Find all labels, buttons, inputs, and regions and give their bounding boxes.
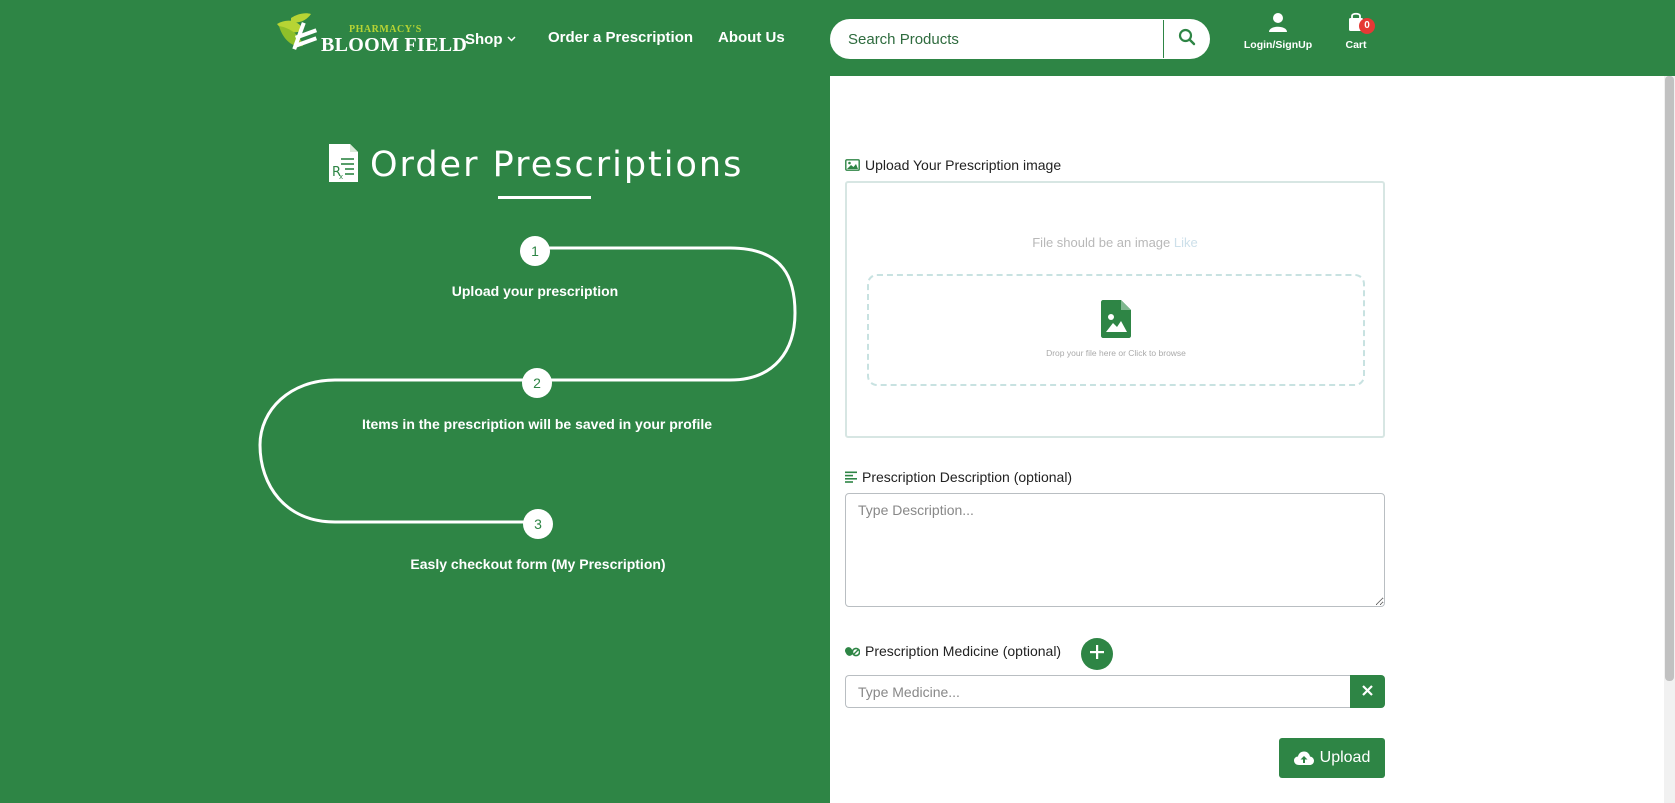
login-label: Login/SignUp <box>1243 39 1313 51</box>
step-1-number: 1 <box>520 236 550 266</box>
upload-box: File should be an image Like Drop your f… <box>845 181 1385 438</box>
title-underline <box>498 196 591 199</box>
add-medicine-button[interactable] <box>1081 638 1113 670</box>
search-icon <box>1178 28 1196 51</box>
image-icon <box>845 159 860 171</box>
file-dropzone[interactable]: Drop your file here or Click to browse <box>867 274 1365 386</box>
drop-text: Drop your file here or Click to browse <box>1046 348 1186 358</box>
step-3-number: 3 <box>523 509 553 539</box>
medicine-input[interactable] <box>845 675 1350 708</box>
scrollbar-thumb[interactable] <box>1665 76 1674 681</box>
cart-count-badge: 0 <box>1359 18 1375 34</box>
align-left-icon <box>845 471 857 483</box>
upload-button-label: Upload <box>1319 749 1371 766</box>
bloomfield-logo[interactable]: PHARMACY'S BLOOM FIELD <box>273 10 467 56</box>
upload-hint-suffix: Like <box>1173 235 1198 250</box>
medicine-field-label: Prescription Medicine (optional) <box>845 643 1061 659</box>
search-button[interactable] <box>1164 19 1210 59</box>
search-bar <box>830 19 1210 59</box>
upload-button[interactable]: Upload <box>1279 738 1385 778</box>
upload-field-label: Upload Your Prescription image <box>845 157 1061 173</box>
step-2-number: 2 <box>522 368 552 398</box>
prescription-document-icon: R x <box>327 143 360 188</box>
logo-bottom-text: BLOOM FIELD <box>321 34 468 56</box>
login-signup-link[interactable]: Login/SignUp <box>1238 12 1318 51</box>
nav-shop-label: Shop <box>465 31 503 48</box>
svg-text:x: x <box>339 173 343 181</box>
upload-hint-text: File should be an image <box>1032 235 1171 250</box>
step-1-text: Upload your prescription <box>451 283 619 299</box>
upload-hint: File should be an image Like <box>847 235 1383 250</box>
nav-order-prescription[interactable]: Order a Prescription <box>548 29 693 46</box>
leaf-logo-icon <box>277 13 318 50</box>
plus-icon <box>1090 644 1104 664</box>
cart-link[interactable]: 0 Cart <box>1334 12 1378 51</box>
upload-label-text: Upload Your Prescription image <box>865 157 1062 173</box>
search-input[interactable] <box>848 19 1188 59</box>
nav-shop[interactable]: Shop <box>465 29 516 48</box>
file-image-icon <box>1101 300 1131 343</box>
page-scrollbar[interactable] <box>1664 76 1675 803</box>
page-title-block: R x Order Prescriptions <box>327 142 743 188</box>
chevron-down-icon <box>506 29 516 46</box>
user-icon <box>1268 13 1288 36</box>
pills-icon <box>845 645 860 657</box>
nav-about-us[interactable]: About Us <box>718 29 785 46</box>
step-3-text: Easly checkout form (My Prescription) <box>410 556 666 572</box>
description-label-text: Prescription Description (optional) <box>862 469 1073 485</box>
description-field-label: Prescription Description (optional) <box>845 469 1072 485</box>
close-icon <box>1362 683 1373 701</box>
cart-label: Cart <box>1345 39 1367 51</box>
cloud-upload-icon <box>1293 751 1314 766</box>
remove-medicine-button[interactable] <box>1350 675 1385 708</box>
step-2-text: Items in the prescription will be saved … <box>361 416 713 432</box>
medicine-label-text: Prescription Medicine (optional) <box>865 643 1062 659</box>
description-textarea[interactable] <box>845 493 1385 607</box>
page-title: Order Prescriptions <box>370 145 744 185</box>
site-header: PHARMACY'S BLOOM FIELD Shop Order a Pres… <box>0 0 1675 76</box>
